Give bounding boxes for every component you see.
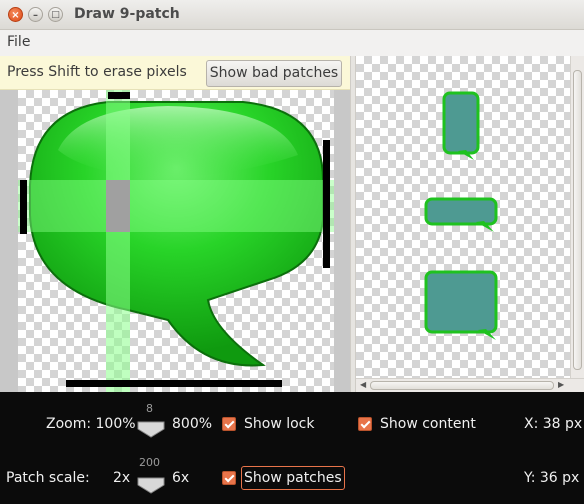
show-content-label[interactable]: Show content [380, 416, 476, 432]
close-icon[interactable]: × [8, 7, 23, 22]
bottom-content-marker[interactable] [66, 380, 282, 387]
patch-slider-value: 200 [139, 456, 160, 469]
patch-scale-label: Patch scale: [6, 470, 90, 486]
show-lock-checkbox[interactable] [222, 417, 236, 431]
horizontal-stretch-guide [106, 90, 130, 392]
show-bad-patches-button[interactable]: Show bad patches [206, 60, 342, 87]
left-patch-marker[interactable] [20, 180, 27, 234]
vertical-scroll-thumb[interactable] [573, 70, 582, 370]
patch-min-label: 2x [113, 470, 131, 486]
top-patch-marker[interactable] [108, 92, 130, 99]
preview-pane [356, 56, 570, 378]
erase-hint: Press Shift to erase pixels [7, 64, 187, 80]
nine-patch-image[interactable] [18, 90, 334, 392]
y-coordinate-readout: Y: 36 px [524, 470, 580, 486]
app-window: × – □ Draw 9-patch File Press Shift to e… [0, 0, 584, 504]
show-content-checkbox[interactable] [358, 417, 372, 431]
window-title: Draw 9-patch [74, 6, 180, 22]
zoom-max-label: 800% [172, 416, 213, 432]
preview-vertical-scrollbar[interactable] [570, 56, 584, 378]
zoom-slider-value: 8 [146, 402, 153, 415]
maximize-icon[interactable]: □ [48, 7, 63, 22]
preview-tall [442, 91, 480, 160]
scroll-left-icon[interactable]: ◀ [360, 380, 366, 389]
menu-bar: File [0, 30, 584, 54]
stretch-intersection [106, 180, 130, 232]
hint-bar: Press Shift to erase pixels Show bad pat… [0, 56, 350, 90]
x-coordinate-readout: X: 38 px [524, 416, 583, 432]
show-lock-label[interactable]: Show lock [244, 416, 315, 432]
zoom-label: Zoom: 100% [46, 416, 136, 432]
patch-scale-slider[interactable] [136, 476, 166, 494]
scroll-right-icon[interactable]: ▶ [558, 380, 564, 389]
patch-max-label: 6x [172, 470, 190, 486]
editor-canvas[interactable] [18, 90, 334, 392]
preview-images [424, 91, 498, 340]
show-patches-checkbox[interactable] [222, 471, 236, 485]
menu-file[interactable]: File [7, 34, 30, 50]
horizontal-scroll-thumb[interactable] [370, 381, 554, 390]
preview-horizontal-scrollbar[interactable]: ◀ ▶ [356, 378, 584, 392]
right-content-marker[interactable] [323, 140, 330, 268]
preview-wide [424, 197, 498, 232]
preview-large [424, 270, 498, 340]
minimize-icon[interactable]: – [28, 7, 43, 22]
title-bar: × – □ Draw 9-patch [0, 0, 584, 30]
zoom-slider[interactable] [136, 420, 166, 438]
patch-editor[interactable] [0, 90, 350, 392]
show-patches-focus-ring [241, 466, 345, 490]
vertical-stretch-guide [18, 180, 334, 232]
